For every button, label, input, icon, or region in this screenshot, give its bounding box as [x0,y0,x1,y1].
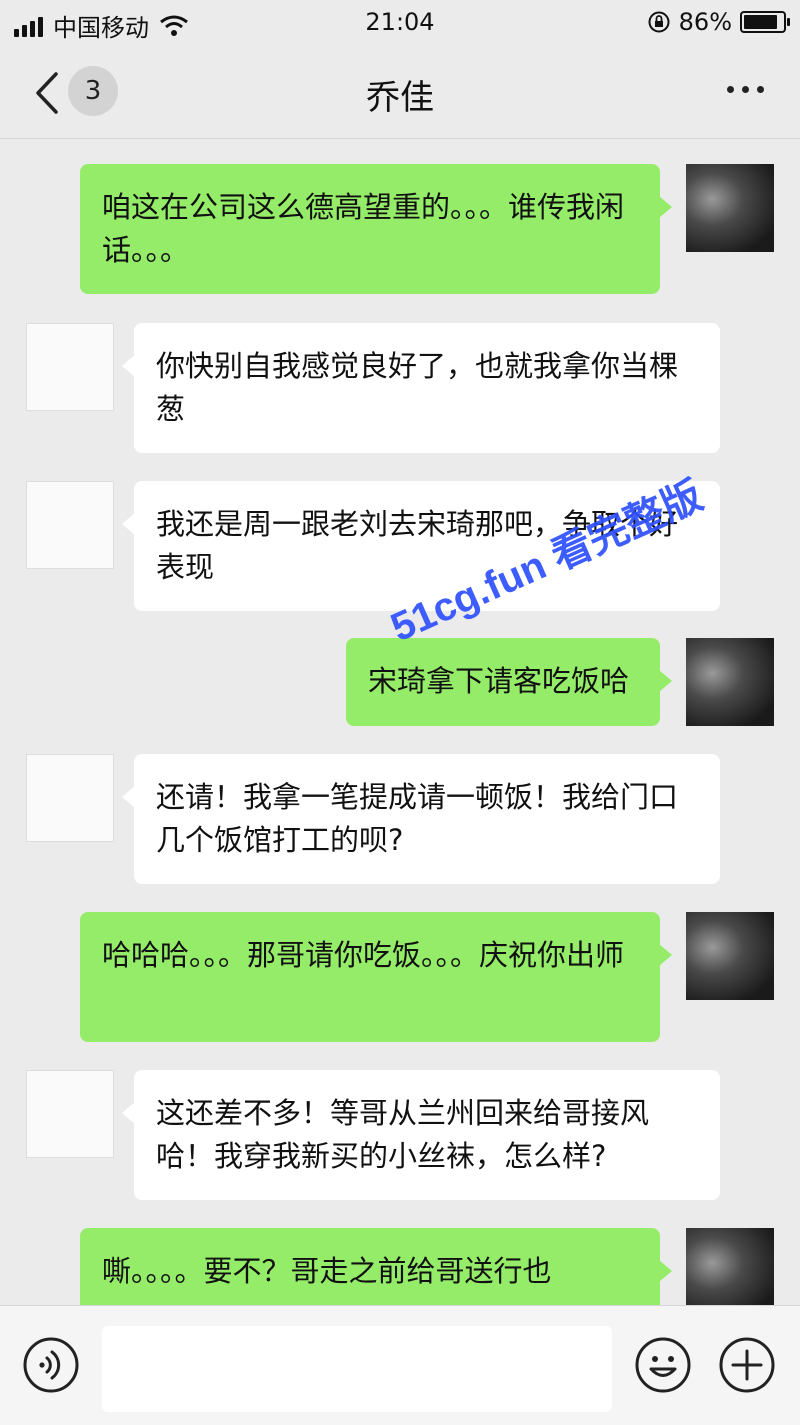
message-bubble[interactable]: 哈哈哈。。。那哥请你吃饭。。。庆祝你出师 [80,912,672,1042]
message-text: 还请！我拿一笔提成请一顿饭！我给门口几个饭馆打工的呗? [156,780,679,857]
emoji-icon[interactable] [634,1336,692,1394]
contact-avatar[interactable] [26,754,114,842]
message-input[interactable] [102,1326,612,1412]
message-text: 咱这在公司这么德高望重的。。。谁传我闲话。。。 [102,190,625,267]
message-text: 哈哈哈。。。那哥请你吃饭。。。庆祝你出师 [102,938,625,972]
chat-title: 乔佳 [366,78,434,118]
input-bar [0,1305,800,1425]
message-bubble[interactable]: 咱这在公司这么德高望重的。。。谁传我闲话。。。 [80,164,672,294]
battery-icon [740,11,790,33]
status-bar: 中国移动 21:04 86% [0,0,800,46]
message-text: 宋琦拿下请客吃饭哈 [368,664,630,698]
message-bubble[interactable]: 你快别自我感觉良好了，也就我拿你当棵葱 [122,323,720,453]
plus-icon[interactable] [718,1336,776,1394]
battery-fill [744,15,777,29]
more-icon[interactable] [727,86,764,93]
contact-avatar[interactable] [26,323,114,411]
message-bubble[interactable]: 嘶。。。。要不？哥走之前给哥送行也 [80,1228,672,1305]
my-avatar[interactable] [686,638,774,726]
message-text: 这还差不多！等哥从兰州回来给哥接风哈！我穿我新买的小丝袜，怎么样? [156,1096,650,1173]
message-bubble[interactable]: 这还差不多！等哥从兰州回来给哥接风哈！我穿我新买的小丝袜，怎么样? [122,1070,720,1200]
my-avatar[interactable] [686,1228,774,1305]
chat-header: 3 乔佳 [0,46,800,139]
message-bubble[interactable]: 宋琦拿下请客吃饭哈 [346,638,672,726]
message-text: 嘶。。。。要不？哥走之前给哥送行也 [102,1254,552,1288]
status-right: 86% [647,8,790,36]
my-avatar[interactable] [686,164,774,252]
orientation-lock-icon [648,11,670,33]
contact-avatar[interactable] [26,1070,114,1158]
my-avatar[interactable] [686,912,774,1000]
voice-icon[interactable] [22,1336,80,1394]
message-bubble[interactable]: 还请！我拿一笔提成请一顿饭！我给门口几个饭馆打工的呗? [122,754,720,884]
message-list[interactable]: 咱这在公司这么德高望重的。。。谁传我闲话。。。 你快别自我感觉良好了，也就我拿你… [0,139,800,1305]
battery-percent: 86% [678,8,732,36]
message-text: 你快别自我感觉良好了，也就我拿你当棵葱 [156,349,679,426]
contact-avatar[interactable] [26,481,114,569]
